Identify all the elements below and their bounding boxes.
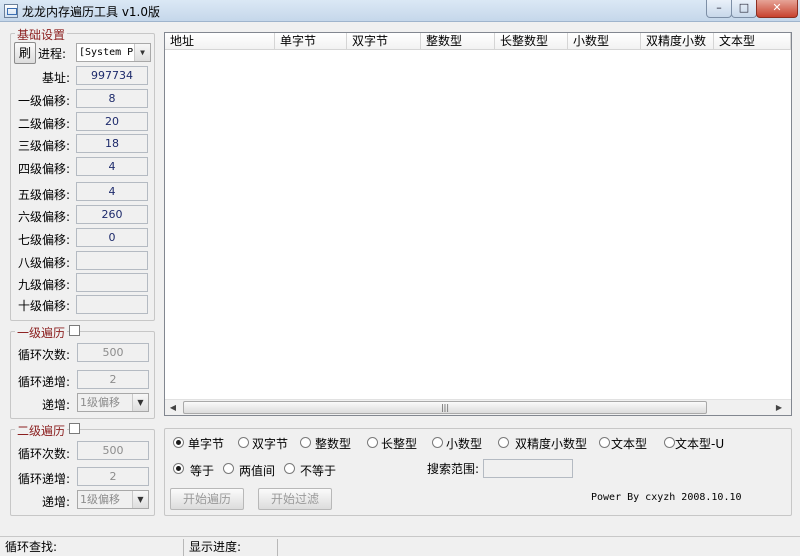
column-header-word[interactable]: 双字节: [347, 33, 421, 50]
minimize-button[interactable]: –: [706, 0, 732, 18]
column-header-long[interactable]: 长整数型: [495, 33, 568, 50]
level1-step-field[interactable]: 2: [77, 370, 149, 389]
start-traverse-button[interactable]: 开始遍历: [170, 488, 244, 510]
type-label-text-unicode: 文本型-U: [675, 437, 725, 451]
offset-field-10[interactable]: [76, 295, 148, 314]
process-label: 进程:: [38, 47, 67, 61]
level1-inc-label: 递增:: [41, 398, 70, 412]
column-header-text[interactable]: 文本型: [714, 33, 791, 50]
type-radio-text-unicode[interactable]: [664, 437, 675, 448]
offset-field-5[interactable]: 4: [76, 182, 148, 201]
column-header-address[interactable]: 地址: [165, 33, 275, 50]
chevron-down-icon[interactable]: ▼: [134, 44, 150, 61]
offset-label-2: 二级偏移:: [17, 117, 70, 131]
level1-loop-label: 循环次数:: [17, 348, 70, 362]
level1-inc-value: 1级偏移: [80, 396, 120, 409]
level2-loop-label: 循环次数:: [17, 447, 70, 461]
base-address-field[interactable]: 997734: [76, 66, 148, 85]
level1-step-label: 循环递增:: [17, 375, 70, 389]
offset-label-1: 一级偏移:: [17, 94, 70, 108]
level2-inc-value: 1级偏移: [80, 493, 120, 506]
level1-enable-checkbox[interactable]: [69, 325, 80, 336]
type-radio-float[interactable]: [432, 437, 443, 448]
compare-label-not-equal: 不等于: [300, 464, 337, 478]
credit-text: Power By cxyzh 2008.10.10: [591, 492, 742, 503]
app-icon: [4, 4, 18, 18]
offset-label-4: 四级偏移:: [17, 162, 70, 176]
process-select-value: [System Pr: [79, 47, 140, 58]
close-button[interactable]: ✕: [756, 0, 798, 18]
level2-step-field[interactable]: 2: [77, 467, 149, 486]
type-radio-long[interactable]: [367, 437, 378, 448]
compare-label-equal: 等于: [190, 464, 215, 478]
column-header-int[interactable]: 整数型: [421, 33, 495, 50]
base-address-label: 基址:: [41, 71, 70, 85]
type-label-double: 双精度小数型: [515, 437, 588, 451]
type-label-float: 小数型: [446, 437, 483, 451]
chevron-down-icon[interactable]: ▼: [132, 491, 148, 508]
title-bar[interactable]: 龙龙内存遍历工具 v1.0版 – □ ✕: [0, 0, 800, 22]
column-header-float[interactable]: 小数型: [568, 33, 641, 50]
type-radio-text[interactable]: [599, 437, 610, 448]
type-label-word: 双字节: [252, 437, 289, 451]
search-range-label: 搜索范围:: [427, 462, 480, 476]
scroll-right-icon[interactable]: ▶: [771, 400, 787, 416]
results-list[interactable]: 地址 单字节 双字节 整数型 长整数型 小数型 双精度小数 文本型 ◀ ||| …: [164, 32, 792, 416]
refresh-button[interactable]: 刷: [14, 42, 36, 64]
offset-label-8: 八级偏移:: [17, 256, 70, 270]
scroll-thumb[interactable]: |||: [183, 401, 707, 414]
search-range-field[interactable]: [483, 459, 573, 478]
type-radio-double[interactable]: [498, 437, 509, 448]
level2-inc-select[interactable]: 1级偏移 ▼: [77, 490, 149, 509]
level2-traverse-title: 二级遍历: [15, 422, 68, 439]
basic-settings-title: 基础设置: [15, 26, 68, 43]
maximize-button[interactable]: □: [731, 0, 757, 18]
offset-label-9: 九级偏移:: [17, 278, 70, 292]
offset-field-2[interactable]: 20: [76, 112, 148, 131]
offset-field-8[interactable]: [76, 251, 148, 270]
level1-loop-field[interactable]: 500: [77, 343, 149, 362]
scroll-left-icon[interactable]: ◀: [165, 400, 181, 416]
compare-radio-between[interactable]: [223, 463, 234, 474]
level2-step-label: 循环递增:: [17, 472, 70, 486]
offset-field-3[interactable]: 18: [76, 134, 148, 153]
type-radio-int[interactable]: [300, 437, 311, 448]
level1-traverse-title: 一级遍历: [15, 324, 68, 341]
type-radio-word[interactable]: [238, 437, 249, 448]
level2-inc-label: 递增:: [41, 495, 70, 509]
status-progress: 显示进度:: [186, 539, 278, 556]
level1-inc-select[interactable]: 1级偏移 ▼: [77, 393, 149, 412]
offset-label-6: 六级偏移:: [17, 210, 70, 224]
offset-field-7[interactable]: 0: [76, 228, 148, 247]
window-title: 龙龙内存遍历工具 v1.0版: [22, 5, 161, 19]
type-label-text: 文本型: [611, 437, 648, 451]
column-header-byte[interactable]: 单字节: [275, 33, 347, 50]
compare-radio-equal[interactable]: [173, 463, 184, 474]
offset-label-3: 三级偏移:: [17, 139, 70, 153]
process-select[interactable]: [System Pr ▼: [76, 43, 151, 62]
offset-label-10: 十级偏移:: [17, 299, 70, 313]
level2-enable-checkbox[interactable]: [69, 423, 80, 434]
chevron-down-icon[interactable]: ▼: [132, 394, 148, 411]
type-label-int: 整数型: [315, 437, 352, 451]
offset-field-9[interactable]: [76, 273, 148, 292]
offset-field-1[interactable]: 8: [76, 89, 148, 108]
level2-loop-field[interactable]: 500: [77, 441, 149, 460]
offset-field-4[interactable]: 4: [76, 157, 148, 176]
column-header-double[interactable]: 双精度小数: [641, 33, 714, 50]
horizontal-scrollbar[interactable]: ◀ ||| ▶: [165, 399, 791, 415]
compare-label-between: 两值间: [239, 464, 276, 478]
type-label-long: 长整型: [381, 437, 418, 451]
type-radio-byte[interactable]: [173, 437, 184, 448]
type-label-byte: 单字节: [188, 437, 225, 451]
start-filter-button[interactable]: 开始过滤: [258, 488, 332, 510]
offset-label-5: 五级偏移:: [17, 188, 70, 202]
offset-field-6[interactable]: 260: [76, 205, 148, 224]
compare-radio-not-equal[interactable]: [284, 463, 295, 474]
status-bar: 循环查找: 显示进度:: [0, 536, 800, 556]
offset-label-7: 七级偏移:: [17, 233, 70, 247]
status-loop: 循环查找:: [2, 539, 184, 556]
